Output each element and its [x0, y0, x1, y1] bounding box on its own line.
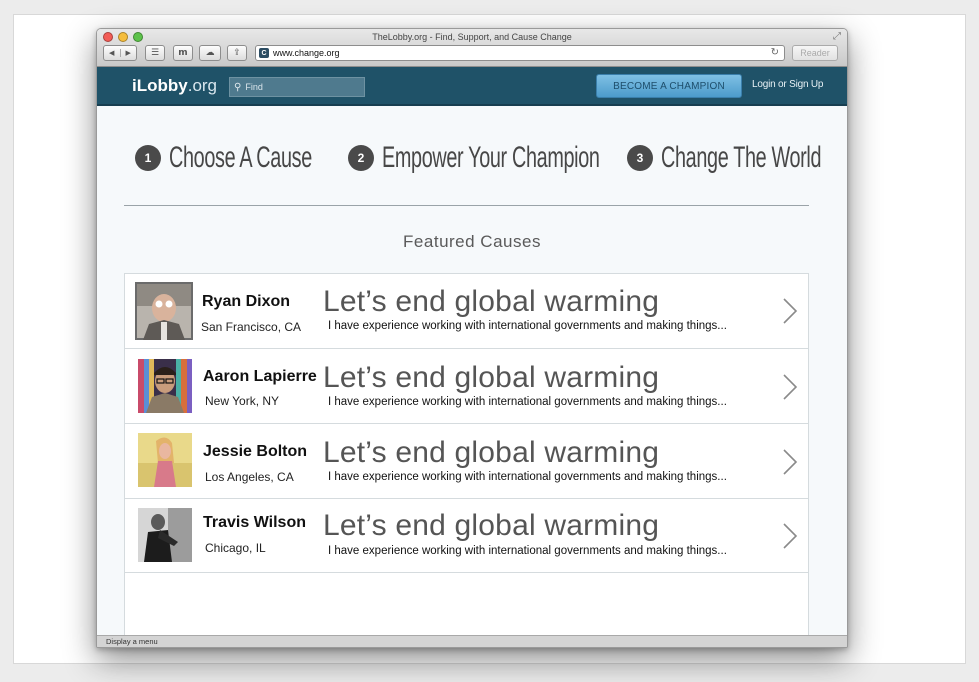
url-text: www.change.org: [273, 48, 340, 58]
site-favicon-icon: C: [259, 48, 269, 58]
cause-row-ryan-dixon[interactable]: Ryan Dixon San Francisco, CA Let’s end g…: [125, 274, 808, 349]
site-header: iLobby.org ⚲ BECOME A CHAMPION Login or …: [97, 67, 847, 106]
search-box: ⚲: [229, 77, 365, 97]
back-arrow-icon[interactable]: ◀: [104, 49, 120, 57]
cause-title: Let’s end global warming: [323, 509, 660, 542]
champion-location: San Francisco, CA: [201, 320, 302, 334]
chevron-right-icon[interactable]: [782, 522, 798, 550]
cause-description: I have experience working with internati…: [328, 320, 727, 332]
forward-arrow-icon[interactable]: ▶: [119, 49, 137, 57]
chevron-right-icon[interactable]: [782, 373, 798, 401]
browser-toolbar: ◀ ▶ ☰ m ☁ ⇪ C www.change.org ↻ Reader: [103, 45, 843, 63]
step-number: 2: [348, 145, 374, 171]
status-bar: Display a menu: [97, 635, 847, 647]
cause-row-jessie-bolton[interactable]: Jessie Bolton Los Angeles, CA Let’s end …: [125, 424, 808, 499]
address-bar[interactable]: C www.change.org ↻: [255, 45, 785, 61]
champion-location: Los Angeles, CA: [205, 470, 294, 484]
reader-button[interactable]: Reader: [792, 45, 838, 61]
cause-title: Let’s end global warming: [323, 285, 660, 318]
step-label: Change The World: [661, 141, 822, 174]
cloud-icon[interactable]: ☁: [199, 45, 221, 61]
featured-causes-heading: Featured Causes: [403, 232, 541, 251]
cause-row-travis-wilson[interactable]: Travis Wilson Chicago, IL Let’s end glob…: [125, 499, 808, 573]
step-label: Empower Your Champion: [382, 141, 600, 174]
chevron-right-icon[interactable]: [782, 448, 798, 476]
search-icon: ⚲: [234, 81, 242, 93]
avatar: [135, 282, 193, 340]
window-title: TheLobby.org - Find, Support, and Cause …: [372, 32, 572, 42]
step-number: 3: [627, 145, 653, 171]
champion-name: Jessie Bolton: [203, 443, 308, 460]
avatar: [138, 359, 192, 413]
layers-icon[interactable]: ☰: [145, 45, 165, 61]
become-champion-button[interactable]: BECOME A CHAMPION: [596, 74, 742, 98]
cause-description: I have experience working with internati…: [328, 396, 727, 408]
cause-row-aaron-lapierre[interactable]: Aaron Lapierre New York, NY Let’s end gl…: [125, 349, 808, 424]
browser-chrome: TheLobby.org - Find, Support, and Cause …: [97, 29, 847, 67]
step-3: 3 Change The World: [627, 141, 847, 175]
logo-suffix: .org: [187, 76, 218, 95]
fullscreen-icon[interactable]: ⤢: [833, 31, 841, 42]
champion-location: Chicago, IL: [205, 541, 266, 555]
reload-icon[interactable]: ↻: [771, 47, 779, 58]
step-number: 1: [135, 145, 161, 171]
cause-title: Let’s end global warming: [323, 436, 660, 469]
cause-description: I have experience working with internati…: [328, 545, 727, 557]
chevron-right-icon[interactable]: [782, 297, 798, 325]
champion-location: New York, NY: [205, 394, 280, 408]
cause-description: I have experience working with internati…: [328, 471, 727, 483]
logo-name: iLobby: [132, 76, 188, 95]
back-forward-buttons: ◀ ▶: [103, 45, 137, 61]
champion-name: Travis Wilson: [203, 514, 306, 531]
avatar: [138, 508, 192, 562]
login-signup-link[interactable]: Login or Sign Up: [752, 79, 823, 90]
section-divider: [124, 205, 809, 206]
share-icon[interactable]: ⇪: [227, 45, 247, 61]
step-label: Choose A Cause: [169, 141, 312, 174]
avatar: [138, 433, 192, 487]
steps-row: 1 Choose A Cause 2 Empower Your Champion…: [97, 141, 847, 181]
bookmarklet-m-icon[interactable]: m: [173, 45, 193, 61]
causes-list: Ryan Dixon San Francisco, CA Let’s end g…: [124, 273, 809, 647]
champion-name: Aaron Lapierre: [203, 368, 317, 385]
champion-name: Ryan Dixon: [202, 293, 291, 310]
cause-title: Let’s end global warming: [323, 361, 660, 394]
search-input[interactable]: [245, 82, 346, 92]
site-logo[interactable]: iLobby.org: [132, 76, 217, 96]
browser-window: TheLobby.org - Find, Support, and Cause …: [96, 28, 848, 648]
